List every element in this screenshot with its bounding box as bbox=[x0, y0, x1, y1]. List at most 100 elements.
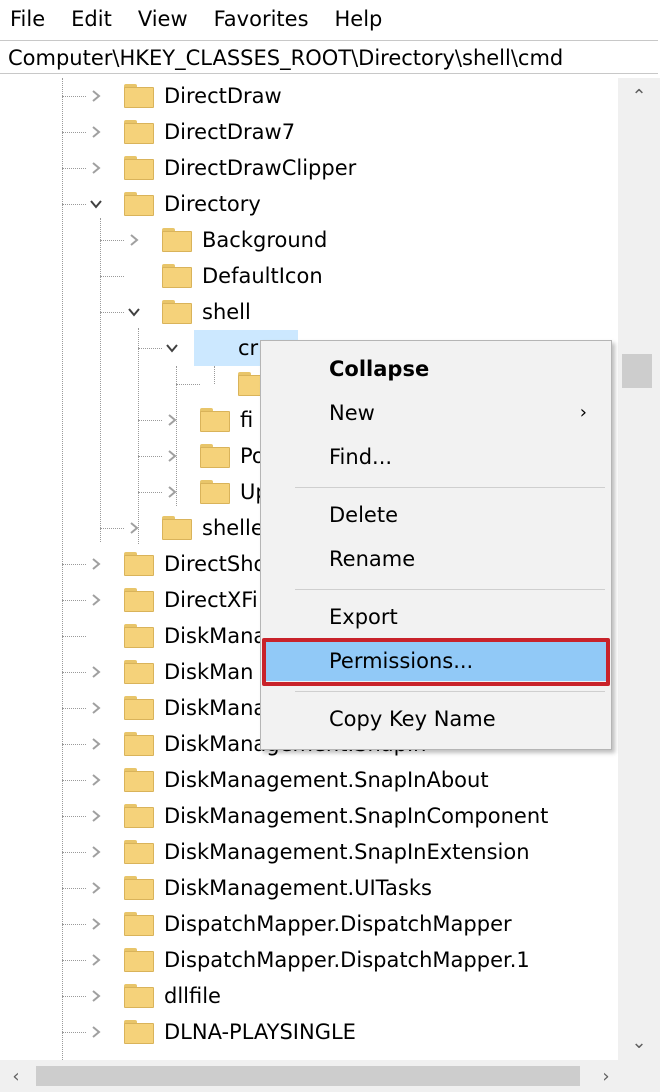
tree-item[interactable]: DLNA-PLAYSINGLE bbox=[0, 1014, 618, 1050]
chevron-right-icon[interactable] bbox=[88, 664, 104, 680]
menu-help[interactable]: Help bbox=[322, 1, 396, 37]
tree-item-label[interactable]: DiskMan bbox=[160, 654, 257, 690]
menu-file[interactable]: File bbox=[0, 1, 58, 37]
folder-icon bbox=[124, 768, 154, 792]
menu-view[interactable]: View bbox=[125, 1, 201, 37]
folder-icon bbox=[124, 192, 154, 216]
chevron-right-icon[interactable] bbox=[88, 556, 104, 572]
chevron-right-icon[interactable] bbox=[88, 844, 104, 860]
tree-item-label[interactable]: Directory bbox=[160, 186, 265, 222]
menu-separator bbox=[295, 487, 605, 488]
tree-item-label[interactable]: DirectDraw7 bbox=[160, 114, 299, 150]
chevron-right-icon[interactable] bbox=[126, 232, 142, 248]
tree-item-label[interactable]: shelle bbox=[198, 510, 268, 546]
tree-item[interactable]: DirectDraw bbox=[0, 78, 618, 114]
tree-item-label[interactable]: DiskManagement.UITasks bbox=[160, 870, 436, 906]
menu-item-new[interactable]: New › bbox=[265, 393, 607, 433]
tree-item[interactable]: DiskManagement.UITasks bbox=[0, 870, 618, 906]
tree-guide-line bbox=[62, 204, 86, 205]
chevron-right-icon[interactable] bbox=[88, 772, 104, 788]
tree-item[interactable]: DirectDrawClipper bbox=[0, 150, 618, 186]
menu-item-find[interactable]: Find... bbox=[265, 437, 607, 477]
chevron-right-icon[interactable] bbox=[88, 700, 104, 716]
tree-item[interactable]: DefaultIcon bbox=[0, 258, 618, 294]
tree-item-label[interactable]: DirectDraw bbox=[160, 78, 286, 114]
tree-item[interactable]: Background bbox=[0, 222, 618, 258]
tree-item-label[interactable]: DirectXFi bbox=[160, 582, 262, 618]
chevron-right-icon[interactable] bbox=[88, 988, 104, 1004]
tree-item[interactable]: shell bbox=[0, 294, 618, 330]
tree-item[interactable]: DirectDraw7 bbox=[0, 114, 618, 150]
chevron-right-icon[interactable] bbox=[88, 124, 104, 140]
tree-item-label[interactable]: DiskMana bbox=[160, 618, 270, 654]
tree-item-label[interactable]: shell bbox=[198, 294, 255, 330]
menu-item-label: Delete bbox=[329, 503, 398, 527]
chevron-right-icon[interactable] bbox=[164, 448, 180, 464]
menu-item-rename[interactable]: Rename bbox=[265, 539, 607, 579]
vertical-scroll-thumb[interactable] bbox=[622, 354, 652, 388]
tree-item-label[interactable]: DiskManagement.SnapInComponent bbox=[160, 798, 552, 834]
tree-guide-line bbox=[62, 636, 86, 637]
tree-item-label[interactable]: Background bbox=[198, 222, 331, 258]
scroll-up-icon[interactable]: ⌃ bbox=[618, 78, 660, 114]
tree-guide-line bbox=[62, 960, 86, 961]
folder-icon bbox=[124, 156, 154, 180]
chevron-down-icon[interactable] bbox=[88, 196, 104, 212]
tree-item-label[interactable]: DiskManagement.SnapInAbout bbox=[160, 762, 493, 798]
menu-item-copy-key-name[interactable]: Copy Key Name bbox=[265, 699, 607, 739]
tree-item[interactable]: DiskManagement.SnapInComponent bbox=[0, 798, 618, 834]
menu-edit[interactable]: Edit bbox=[58, 1, 125, 37]
menu-favorites[interactable]: Favorites bbox=[201, 1, 322, 37]
scroll-down-icon[interactable]: ⌄ bbox=[618, 1024, 660, 1060]
chevron-right-icon[interactable] bbox=[88, 1024, 104, 1040]
chevron-right-icon[interactable] bbox=[164, 412, 180, 428]
tree-item[interactable]: DispatchMapper.DispatchMapper bbox=[0, 906, 618, 942]
tree-item[interactable]: DispatchMapper.DispatchMapper.1 bbox=[0, 942, 618, 978]
tree-item-label[interactable]: DispatchMapper.DispatchMapper bbox=[160, 906, 516, 942]
tree-item[interactable]: dllfile bbox=[0, 978, 618, 1014]
chevron-down-icon[interactable] bbox=[164, 340, 180, 356]
folder-icon bbox=[124, 1020, 154, 1044]
context-menu: Collapse New › Find... Delete Rename Export Per… bbox=[260, 340, 612, 750]
scroll-left-icon[interactable]: ‹ bbox=[0, 1060, 32, 1092]
menu-item-delete[interactable]: Delete bbox=[265, 495, 607, 535]
horizontal-scrollbar[interactable]: ‹ › bbox=[0, 1060, 660, 1092]
chevron-right-icon[interactable] bbox=[88, 160, 104, 176]
chevron-right-icon[interactable] bbox=[126, 520, 142, 536]
chevron-right-icon[interactable] bbox=[88, 808, 104, 824]
tree-guide-line bbox=[62, 708, 86, 709]
chevron-right-icon[interactable] bbox=[88, 952, 104, 968]
tree-guide-line bbox=[138, 456, 162, 457]
address-bar[interactable]: Computer\HKEY_CLASSES_ROOT\Directory\she… bbox=[0, 40, 658, 74]
tree-item-label[interactable]: DiskManagement.SnapInExtension bbox=[160, 834, 534, 870]
tree-item-label[interactable]: DispatchMapper.DispatchMapper.1 bbox=[160, 942, 534, 978]
folder-icon bbox=[124, 840, 154, 864]
menu-item-export[interactable]: Export bbox=[265, 597, 607, 637]
tree-guide-line bbox=[62, 852, 86, 853]
tree-item[interactable]: Directory bbox=[0, 186, 618, 222]
chevron-right-icon[interactable] bbox=[88, 916, 104, 932]
tree-item-label[interactable]: DirectDrawClipper bbox=[160, 150, 360, 186]
chevron-right-icon[interactable] bbox=[164, 484, 180, 500]
tree-item[interactable]: DiskManagement.SnapInExtension bbox=[0, 834, 618, 870]
horizontal-scroll-thumb[interactable] bbox=[36, 1066, 580, 1086]
tree-item-label[interactable]: DiskMana bbox=[160, 690, 270, 726]
folder-icon bbox=[124, 660, 154, 684]
tree-item-label[interactable]: fi bbox=[236, 402, 257, 438]
tree-item[interactable]: DiskManagement.SnapInAbout bbox=[0, 762, 618, 798]
tree-item-label[interactable]: DLNA-PLAYSINGLE bbox=[160, 1014, 360, 1050]
tree-item-label[interactable]: DefaultIcon bbox=[198, 258, 327, 294]
chevron-right-icon[interactable] bbox=[88, 880, 104, 896]
chevron-right-icon[interactable] bbox=[88, 736, 104, 752]
folder-icon bbox=[200, 480, 230, 504]
menu-item-collapse[interactable]: Collapse bbox=[265, 349, 607, 389]
chevron-right-icon[interactable] bbox=[88, 88, 104, 104]
tree-item-label[interactable]: DirectSho bbox=[160, 546, 270, 582]
chevron-right-icon[interactable] bbox=[88, 592, 104, 608]
tree-item-label[interactable]: dllfile bbox=[160, 978, 225, 1014]
vertical-scrollbar[interactable]: ⌃ ⌄ bbox=[618, 78, 660, 1060]
tree-guide-line bbox=[62, 924, 86, 925]
scroll-right-icon[interactable]: › bbox=[590, 1060, 622, 1092]
menu-item-label: Export bbox=[329, 605, 398, 629]
chevron-down-icon[interactable] bbox=[126, 304, 142, 320]
